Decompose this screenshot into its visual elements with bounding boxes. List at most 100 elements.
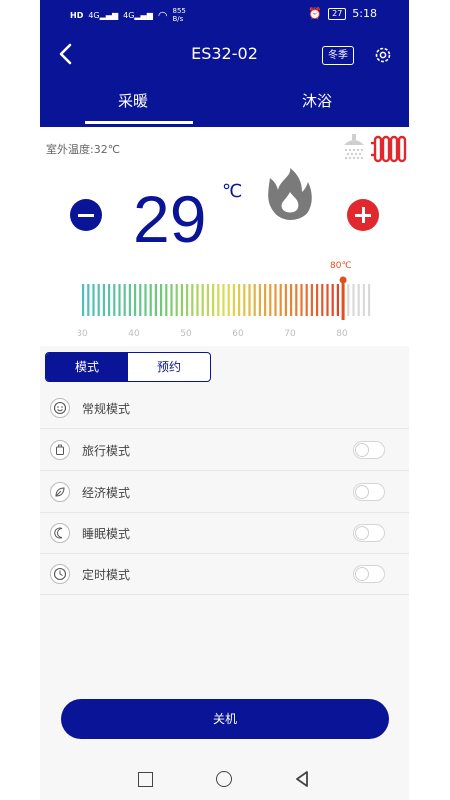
scale-bar — [102, 284, 105, 316]
scale-bar — [331, 284, 334, 316]
scale-bar — [284, 284, 287, 316]
scale-tick-label: 40 — [128, 329, 140, 339]
timer-mode-toggle[interactable] — [353, 565, 385, 583]
header: HD 4G▂▄▆ 4G▂▄▆ ◠ 855 B/s ⏰ 27 5:18 ES32-0… — [40, 0, 409, 127]
signal-icon: 4G▂▄▆ — [88, 10, 119, 20]
scale-bar — [326, 284, 329, 316]
system-nav-bar — [40, 756, 409, 800]
app-screen: HD 4G▂▄▆ 4G▂▄▆ ◠ 855 B/s ⏰ 27 5:18 ES32-0… — [40, 0, 409, 800]
scale-handle[interactable] — [339, 276, 347, 284]
scale-bar — [238, 284, 241, 316]
scale-bar — [217, 284, 220, 316]
clock-icon — [50, 564, 70, 584]
back-triangle-icon[interactable] — [295, 771, 309, 787]
scale-bar — [149, 284, 152, 316]
shower-radiator-icon — [344, 134, 407, 163]
status-left: HD 4G▂▄▆ 4G▂▄▆ ◠ 855 B/s — [70, 7, 186, 23]
scale-bar — [186, 284, 189, 316]
power-off-button[interactable]: 关机 — [61, 699, 389, 739]
mode-row-economy[interactable]: 经济模式 — [40, 471, 409, 513]
scale-bar — [347, 284, 350, 316]
outdoor-temperature: 室外温度:32℃ — [46, 143, 121, 156]
scale-tick-label: 50 — [180, 329, 192, 339]
mode-label: 常规模式 — [82, 402, 131, 416]
mode-row-normal[interactable]: 常规模式 — [40, 387, 409, 429]
mode-row-timer[interactable]: 定时模式 — [40, 553, 409, 595]
scale-tick-label: 80 — [336, 329, 348, 339]
scale-bar — [232, 284, 235, 316]
network-speed: 855 B/s — [172, 7, 186, 23]
alarm-icon: ⏰ — [308, 7, 323, 20]
decrease-temp-button[interactable] — [70, 199, 102, 231]
hd-icon: HD — [70, 10, 84, 20]
scale-bar — [82, 284, 85, 316]
mode-panel: 模式 预约 常规模式 旅行模式 经济模式 睡眠模式 定时模式 — [40, 346, 409, 756]
scale-bar — [295, 284, 298, 316]
scale-bar — [243, 284, 246, 316]
scale-bar — [305, 284, 308, 316]
scale-bar — [139, 284, 142, 316]
status-bar: HD 4G▂▄▆ 4G▂▄▆ ◠ 855 B/s ⏰ 27 5:18 — [40, 0, 409, 30]
battery-indicator: 27 — [328, 7, 347, 20]
mode-schedule-switch: 模式 预约 — [45, 352, 211, 382]
scale-tick-label: 30 — [78, 329, 88, 339]
scale-bar — [118, 284, 121, 316]
economy-mode-toggle[interactable] — [353, 483, 385, 501]
increase-temp-button[interactable] — [347, 199, 379, 231]
mode-label: 旅行模式 — [82, 444, 131, 458]
gear-icon — [375, 47, 391, 63]
settings-button[interactable] — [373, 45, 393, 65]
scale-bar — [274, 284, 277, 316]
scale-bar — [191, 284, 194, 316]
scale-bar — [336, 284, 339, 316]
scale-bar — [212, 284, 215, 316]
scale-bar — [362, 284, 365, 316]
scale-bar — [290, 284, 293, 316]
tab-bar: 采暖 沐浴 — [40, 82, 409, 127]
scale-bar — [113, 284, 116, 316]
travel-mode-toggle[interactable] — [353, 441, 385, 459]
tab-bath[interactable]: 沐浴 — [302, 90, 332, 111]
scale-bar — [134, 284, 137, 316]
flame-icon — [268, 168, 312, 220]
mode-label: 经济模式 — [82, 486, 131, 500]
mode-row-travel[interactable]: 旅行模式 — [40, 429, 409, 471]
scale-bar — [269, 284, 272, 316]
wifi-icon: ◠ — [157, 8, 168, 22]
home-button[interactable] — [216, 771, 232, 787]
scale-current-line — [341, 280, 345, 320]
setpoint-temperature: 29 — [133, 182, 207, 256]
scale-bar — [144, 284, 147, 316]
temperature-scale[interactable]: 30 40 50 60 70 80 — [78, 272, 378, 342]
smile-icon — [50, 398, 70, 418]
season-button[interactable]: 冬季 — [322, 46, 354, 65]
scale-bar — [128, 284, 131, 316]
segment-mode[interactable]: 模式 — [46, 353, 128, 381]
scale-bar — [222, 284, 225, 316]
scale-bar — [368, 284, 371, 316]
scale-bar — [108, 284, 111, 316]
tab-heating[interactable]: 采暖 — [118, 90, 148, 111]
mode-row-sleep[interactable]: 睡眠模式 — [40, 512, 409, 554]
sleep-mode-toggle[interactable] — [353, 524, 385, 542]
scale-bar — [201, 284, 204, 316]
scale-bar — [357, 284, 360, 316]
luggage-icon — [50, 440, 70, 460]
scale-bar — [165, 284, 168, 316]
signal-icon: 4G▂▄▆ — [123, 10, 153, 20]
scale-bar — [248, 284, 251, 316]
scale-bar — [310, 284, 313, 316]
scale-bar — [321, 284, 324, 316]
clock-time: 5:18 — [352, 7, 377, 20]
scale-bar — [123, 284, 126, 316]
segment-schedule[interactable]: 预约 — [128, 353, 210, 381]
scale-bar — [97, 284, 100, 316]
scale-bar — [264, 284, 267, 316]
scale-bar — [160, 284, 163, 316]
scale-bar — [227, 284, 230, 316]
scale-bar — [253, 284, 256, 316]
recent-apps-button[interactable] — [138, 772, 153, 787]
scale-tick-label: 60 — [232, 329, 244, 339]
scale-bar — [300, 284, 303, 316]
leaf-icon — [50, 482, 70, 502]
